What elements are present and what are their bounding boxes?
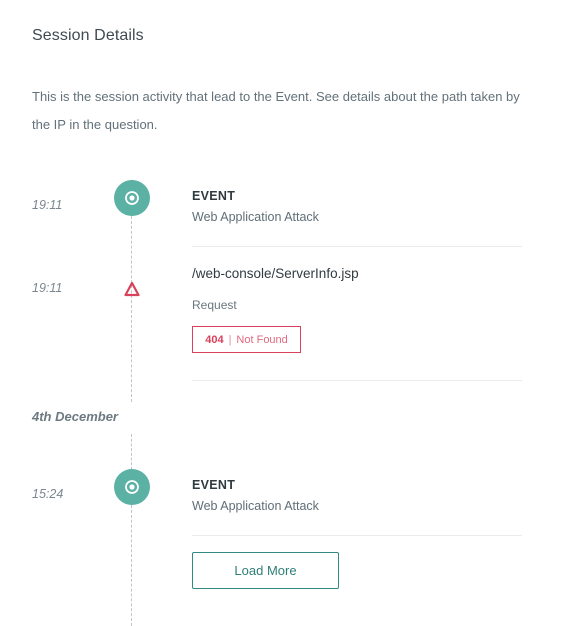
event-title: EVENT — [192, 189, 236, 203]
request-time: 19:11 — [32, 281, 63, 295]
event-time: 15:24 — [32, 487, 64, 501]
section-description: This is the session activity that lead t… — [32, 89, 520, 132]
timeline-line — [131, 505, 132, 626]
warning-triangle-icon — [124, 281, 140, 297]
request-label: Request — [192, 298, 237, 312]
page-title: Session Details — [32, 27, 144, 44]
timeline-line — [131, 434, 132, 470]
status-separator: | — [228, 333, 232, 346]
target-icon — [114, 469, 150, 505]
divider — [192, 535, 522, 536]
load-more-button[interactable]: Load More — [192, 552, 339, 589]
divider — [192, 246, 522, 247]
date-separator: 4th December — [32, 409, 118, 424]
timeline-line — [131, 216, 132, 402]
divider — [192, 380, 522, 381]
event-time: 19:11 — [32, 198, 63, 212]
status-code: 404 — [205, 333, 224, 346]
event-subtitle: Web Application Attack — [192, 210, 319, 224]
status-badge: 404 | Not Found — [192, 326, 301, 353]
target-icon — [114, 180, 150, 216]
status-text: Not Found — [236, 333, 288, 346]
event-title: EVENT — [192, 478, 236, 492]
event-subtitle: Web Application Attack — [192, 499, 319, 513]
request-path: /web-console/ServerInfo.jsp — [192, 266, 359, 281]
